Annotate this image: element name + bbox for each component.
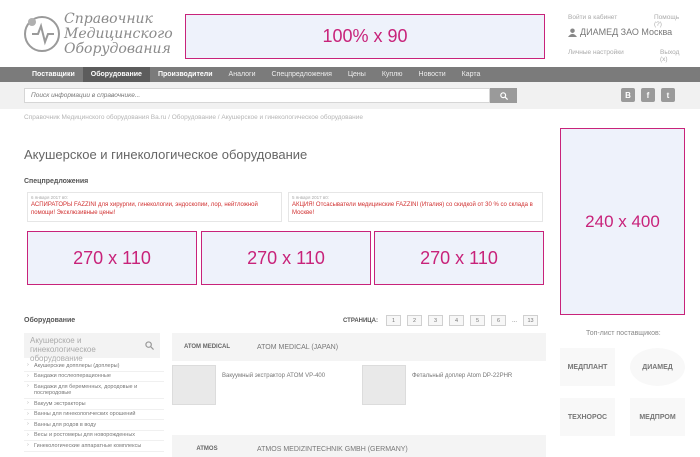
logout-link[interactable]: Выход (x): [660, 49, 688, 63]
offer-text[interactable]: АКЦИЯ! Отсасыватели медицинские FAZZINI …: [292, 201, 539, 217]
page-button[interactable]: 3: [428, 315, 444, 326]
nav-item-map[interactable]: Карта: [454, 67, 489, 82]
vk-icon[interactable]: В: [621, 88, 635, 102]
search-bar: В f t: [0, 82, 700, 109]
supplier-header[interactable]: ATOM MEDICAL ATOM MEDICAL (JAPAN): [172, 333, 546, 361]
offer-date: 6 января 2017 в0:: [31, 195, 69, 200]
pagination: СТРАНИЦА: 1 2 3 4 5 6 ... 13: [343, 315, 539, 326]
list-item[interactable]: Ванны для родов в воду: [24, 420, 164, 431]
toplist-title: Топ-лист поставщиков:: [586, 330, 661, 337]
page-button[interactable]: 5: [470, 315, 486, 326]
user-icon: [568, 27, 577, 37]
product-card[interactable]: Фетальный доплер Atom DP-22PHR: [362, 365, 512, 405]
supplier-logo-medprom[interactable]: МЕДПРОМ: [630, 398, 685, 436]
nav-item-buy[interactable]: Куплю: [374, 67, 411, 82]
equipment-search-text: Акушерское и гинекологическое оборудован…: [30, 336, 96, 363]
ad-banner-3[interactable]: 270 x 110: [374, 231, 544, 285]
right-ad-banner[interactable]: 240 x 400: [560, 128, 685, 315]
logo-line-2: Медицинского: [64, 26, 173, 42]
breadcrumb[interactable]: Справочник Медицинского оборудования Ва.…: [24, 114, 363, 121]
product-name[interactable]: Вакуумный экстрактор ATOM VP-400: [222, 373, 325, 379]
offer-text[interactable]: АСПИРАТОРЫ FAZZINI для хирургии, гинекол…: [31, 201, 278, 217]
product-image: [362, 365, 406, 405]
search-button[interactable]: [490, 88, 517, 103]
cabinet-link[interactable]: Войти в кабинет: [568, 14, 617, 21]
supplier-logo-tehnoros[interactable]: ТЕХНОРОС: [560, 398, 615, 436]
top-ad-banner[interactable]: 100% x 90: [185, 14, 545, 59]
nav-item-news[interactable]: Новости: [411, 67, 454, 82]
list-item[interactable]: Вакуум экстракторы: [24, 399, 164, 410]
twitter-icon[interactable]: t: [661, 88, 675, 102]
product-card[interactable]: Вакуумный экстрактор ATOM VP-400: [172, 365, 325, 405]
product-image: [172, 365, 216, 405]
account-panel: Войти в кабинет Помощь (?) ДИАМЕД ЗАО Мо…: [568, 14, 688, 64]
facebook-icon[interactable]: f: [641, 88, 655, 102]
page-button-last[interactable]: 13: [523, 315, 539, 326]
list-item[interactable]: Бандажи для беременных, дородовые и посл…: [24, 382, 164, 399]
nav-item-suppliers[interactable]: Поставщики: [24, 67, 83, 82]
help-link[interactable]: Помощь (?): [654, 14, 688, 28]
supplier-name[interactable]: ATMOS MEDIZINTECHNIK GMBH (GERMANY): [257, 446, 408, 453]
list-item[interactable]: Бандажи послеоперационные: [24, 372, 164, 382]
search-icon[interactable]: [145, 341, 154, 350]
user-menu[interactable]: ДИАМЕД ЗАО Москва: [568, 27, 672, 37]
special-offer-item[interactable]: 6 января 2017 в0: АСПИРАТОРЫ FAZZINI для…: [27, 192, 282, 222]
equipment-search[interactable]: Акушерское и гинекологическое оборудован…: [24, 333, 160, 363]
logo-line-3: Оборудования: [64, 41, 171, 57]
offer-date: 5 января 2017 в0:: [292, 195, 330, 200]
supplier-logo: ATOM MEDICAL: [183, 344, 231, 350]
logo-line-1: Справочник: [64, 11, 153, 27]
ad-banner-1[interactable]: 270 x 110: [27, 231, 197, 285]
nav-item-special-offers[interactable]: Спецпредложения: [263, 67, 339, 82]
special-offer-item[interactable]: 5 января 2017 в0: АКЦИЯ! Отсасыватели ме…: [288, 192, 543, 222]
equipment-category-list: Акушерские допплеры (доплеры) Бандажи по…: [24, 361, 164, 452]
ad-banner-2[interactable]: 270 x 110: [201, 231, 371, 285]
search-icon: [499, 91, 508, 100]
list-item[interactable]: Акушерские допплеры (доплеры): [24, 361, 164, 372]
stethoscope-logo-icon: [24, 16, 60, 52]
pagination-label: СТРАНИЦА:: [343, 317, 379, 324]
supplier-logo-medplant[interactable]: МЕДПЛАНТ: [560, 348, 615, 386]
page-title: Акушерское и гинекологическое оборудован…: [24, 147, 308, 162]
page-button[interactable]: 2: [407, 315, 423, 326]
nav-item-prices[interactable]: Цены: [340, 67, 374, 82]
special-offers-title: Спецпредложения: [24, 178, 89, 185]
page-button[interactable]: 4: [449, 315, 465, 326]
list-item[interactable]: Гинекологические аппаратные комплексы: [24, 441, 164, 452]
nav-item-analogs[interactable]: Аналоги: [221, 67, 264, 82]
supplier-logo: ATMOS: [196, 446, 218, 452]
settings-link[interactable]: Личные настройки: [568, 49, 624, 56]
username: ДИАМЕД ЗАО Москва: [580, 27, 673, 37]
list-item[interactable]: Весы и ростомеры для новорожденных: [24, 431, 164, 441]
nav-item-manufacturers[interactable]: Производители: [150, 67, 221, 82]
supplier-header[interactable]: ATMOS ATMOS MEDIZINTECHNIK GMBH (GERMANY…: [172, 435, 546, 457]
main-nav: Поставщики Оборудование Производители Ан…: [0, 67, 700, 82]
equipment-title: Оборудование: [24, 317, 76, 324]
page-button[interactable]: 1: [386, 315, 402, 326]
search-input[interactable]: [24, 88, 490, 103]
supplier-name[interactable]: ATOM MEDICAL (JAPAN): [257, 344, 338, 351]
product-name[interactable]: Фетальный доплер Atom DP-22PHR: [412, 373, 512, 379]
site-logo[interactable]: Справочник Медицинского Оборудования: [22, 11, 173, 58]
pagination-ellipsis: ...: [512, 317, 518, 324]
nav-item-equipment[interactable]: Оборудование: [82, 67, 150, 82]
supplier-logo-diamed[interactable]: ДИАМЕД: [630, 348, 685, 386]
page-button[interactable]: 6: [491, 315, 507, 326]
list-item[interactable]: Ванны для гинекологических орошений: [24, 410, 164, 420]
